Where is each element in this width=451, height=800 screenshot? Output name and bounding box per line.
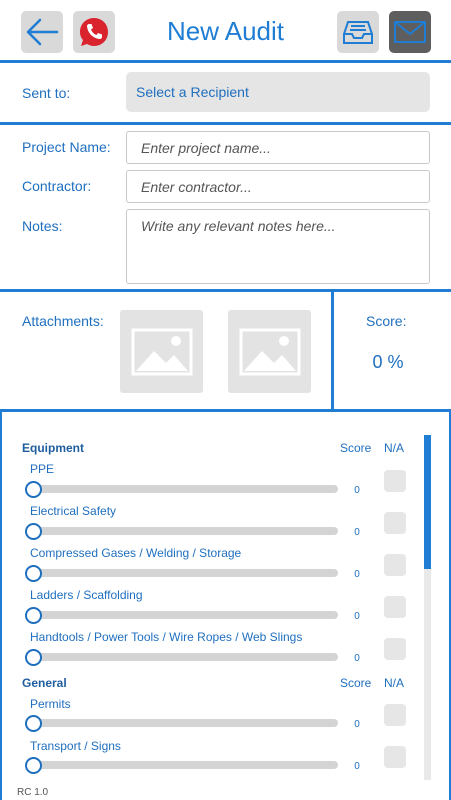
notes-textarea[interactable]: Write any relevant notes here... — [126, 209, 430, 284]
attachment-slot-1[interactable] — [120, 310, 203, 393]
page-title: New Audit — [166, 16, 285, 46]
attachments-label: Attachments: — [22, 313, 104, 329]
sent-to-label: Sent to: — [22, 85, 71, 101]
score-value: 0 — [354, 653, 360, 664]
back-arrow-icon — [26, 18, 59, 46]
na-checkbox[interactable] — [384, 596, 406, 618]
divider — [0, 60, 451, 63]
score-slider-thumb[interactable] — [25, 757, 42, 774]
audit-item-label: Handtools / Power Tools / Wire Ropes / W… — [30, 630, 303, 644]
audit-item-label: PPE — [30, 462, 55, 476]
na-column-header: N/A — [384, 676, 405, 690]
na-checkbox[interactable] — [384, 470, 406, 492]
audit-item-label: Transport / Signs — [30, 739, 121, 753]
na-column-header: N/A — [384, 441, 405, 455]
image-placeholder-icon — [239, 328, 300, 375]
score-slider-thumb[interactable] — [25, 715, 42, 732]
score-slider-track[interactable] — [30, 719, 338, 727]
image-placeholder-icon — [131, 328, 192, 375]
na-checkbox[interactable] — [384, 638, 406, 660]
notes-label: Notes: — [22, 218, 63, 234]
section-title: General — [22, 676, 67, 690]
score-label: Score: — [366, 313, 407, 329]
app-header: New Audit — [0, 0, 451, 62]
score-slider-track[interactable] — [30, 485, 338, 493]
back-button[interactable] — [21, 11, 63, 53]
score-slider-track[interactable] — [30, 761, 338, 769]
score-value: 0 — [354, 527, 360, 538]
project-name-label: Project Name: — [22, 139, 111, 155]
score-column-header: Score — [340, 441, 372, 455]
na-checkbox[interactable] — [384, 746, 406, 768]
contractor-input[interactable]: Enter contractor... — [126, 170, 430, 203]
score-column-header: Score — [340, 676, 372, 690]
mail-icon — [394, 21, 426, 43]
project-name-input[interactable]: Enter project name... — [126, 131, 430, 164]
score-slider-thumb[interactable] — [25, 481, 42, 498]
divider — [331, 292, 334, 411]
score-value: 0 — [354, 611, 360, 622]
score-value: 0 — [354, 761, 360, 772]
divider — [0, 409, 451, 412]
score-slider-thumb[interactable] — [25, 607, 42, 624]
score-value: 0 % — [372, 352, 404, 372]
score-value: 0 — [354, 719, 360, 730]
score-value: 0 — [354, 569, 360, 580]
score-slider-track[interactable] — [30, 611, 338, 619]
scrollbar-thumb[interactable] — [424, 435, 431, 569]
phone-icon — [80, 18, 108, 46]
score-value: 0 — [354, 485, 360, 496]
audit-item-label: Ladders / Scaffolding — [30, 588, 143, 602]
score-slider-thumb[interactable] — [25, 565, 42, 582]
na-checkbox[interactable] — [384, 512, 406, 534]
audit-item-label: Permits — [30, 697, 71, 711]
section-title: Equipment — [22, 441, 84, 455]
phone-button[interactable] — [73, 11, 115, 53]
score-slider-track[interactable] — [30, 527, 338, 535]
na-checkbox[interactable] — [384, 704, 406, 726]
contractor-label: Contractor: — [22, 178, 92, 194]
attachment-slot-2[interactable] — [228, 310, 311, 393]
audit-item-label: Compressed Gases / Welding / Storage — [30, 546, 242, 560]
send-mail-button[interactable] — [389, 11, 431, 53]
score-slider-thumb[interactable] — [25, 649, 42, 666]
frame-left — [0, 411, 2, 800]
na-checkbox[interactable] — [384, 554, 406, 576]
score-slider-thumb[interactable] — [25, 523, 42, 540]
inbox-button[interactable] — [337, 11, 379, 53]
divider — [0, 122, 451, 125]
score-slider-track[interactable] — [30, 653, 338, 661]
divider — [0, 289, 451, 292]
score-slider-track[interactable] — [30, 569, 338, 577]
audit-item-label: Electrical Safety — [30, 504, 117, 518]
version-label: RC 1.0 — [17, 787, 49, 798]
inbox-icon — [343, 21, 373, 44]
recipient-select[interactable]: Select a Recipient — [126, 72, 430, 112]
